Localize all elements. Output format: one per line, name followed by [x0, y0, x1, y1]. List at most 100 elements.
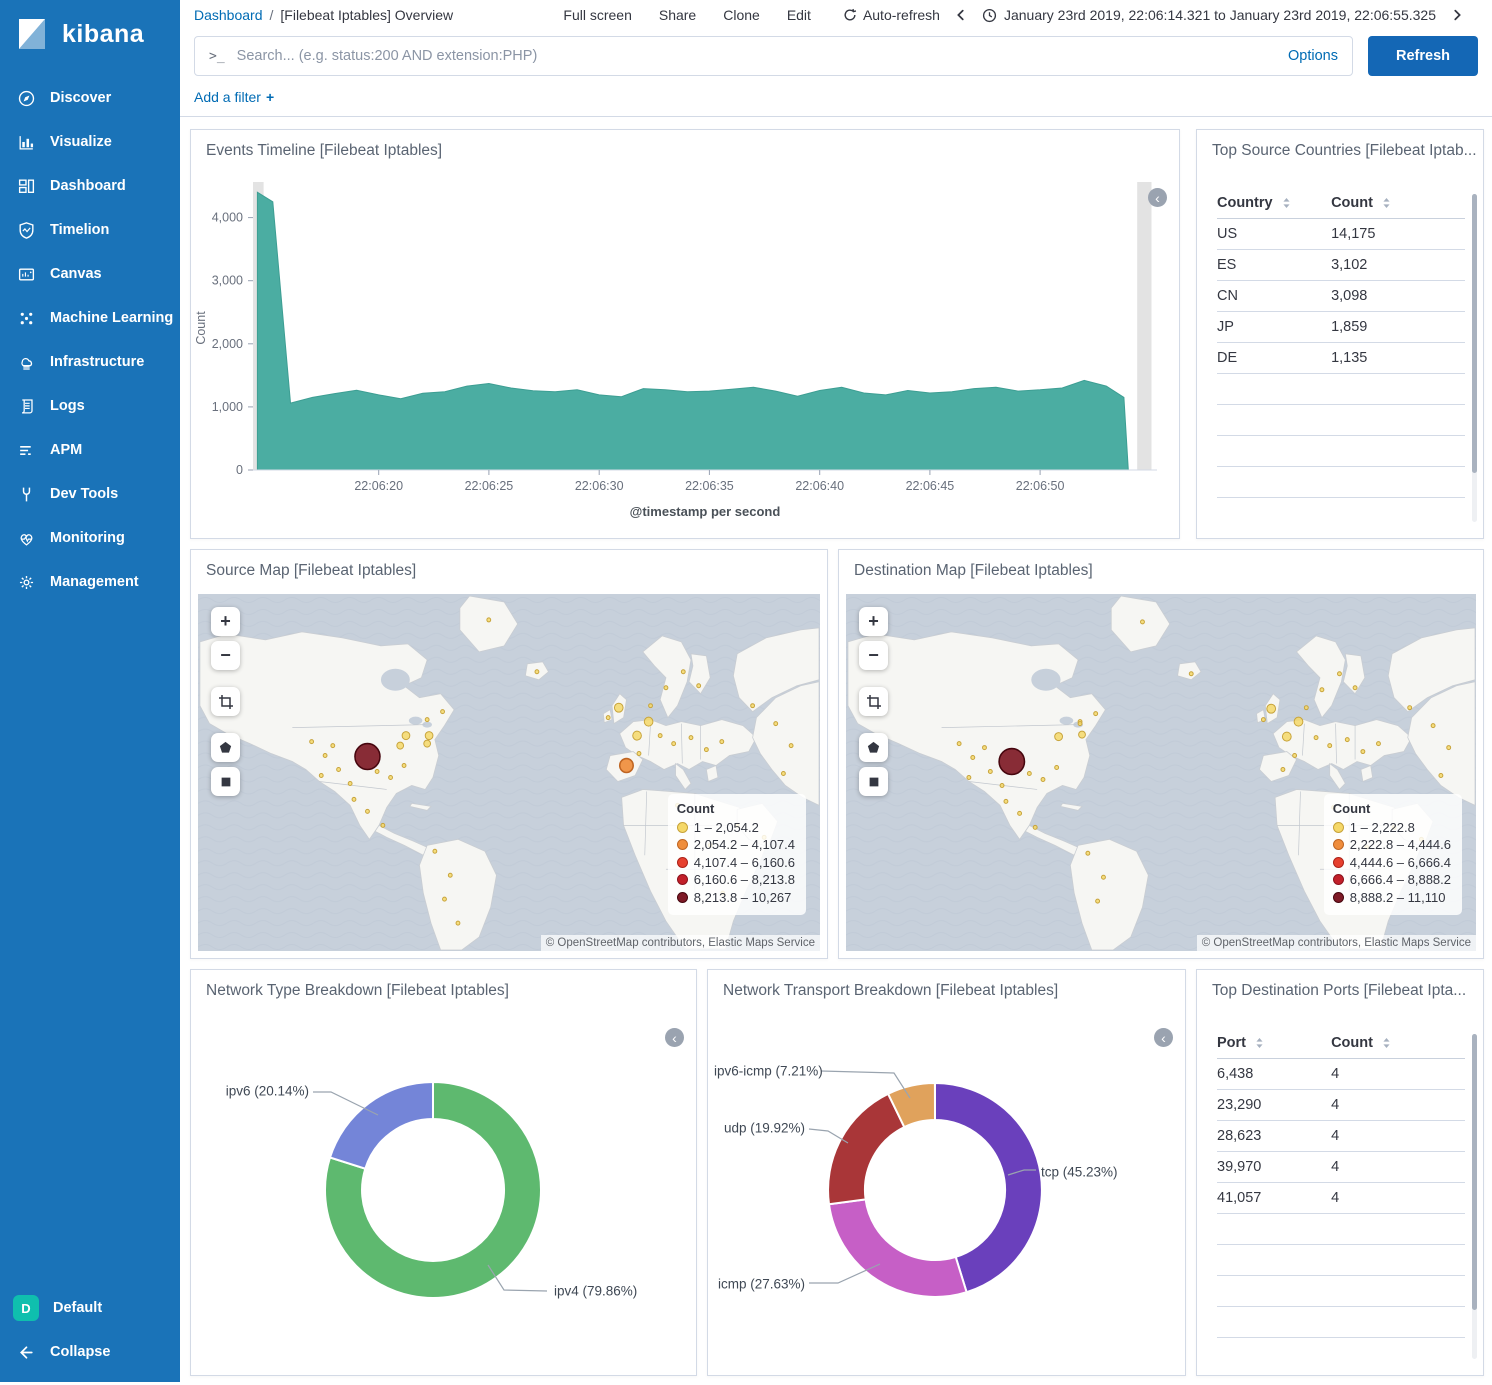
draw-polygon-button[interactable]: [211, 733, 240, 762]
table-row[interactable]: 41,0574: [1217, 1183, 1465, 1214]
table-header: Port Count: [1217, 1028, 1465, 1059]
sidebar-item-visualize[interactable]: Visualize: [0, 120, 180, 164]
sidebar: kibana DiscoverVisualizeDashboardTimelio…: [0, 0, 180, 1382]
network-type-donut-chart[interactable]: ipv6 (20.14%)ipv4 (79.86%): [191, 1002, 696, 1372]
svg-text:@timestamp per second: @timestamp per second: [630, 504, 781, 519]
dashboard-grid: Events Timeline [Filebeat Iptables] ‹ 22…: [180, 117, 1492, 1385]
sidebar-item-timelion[interactable]: Timelion: [0, 208, 180, 252]
menu-share[interactable]: Share: [659, 7, 696, 23]
table-row[interactable]: 6,4384: [1217, 1059, 1465, 1090]
legend-row: 4,444.6 – 6,666.4: [1333, 854, 1451, 872]
pie-slice-udp[interactable]: [828, 1094, 904, 1205]
svg-text:1,000: 1,000: [212, 400, 243, 414]
column-header-country[interactable]: Country: [1217, 195, 1331, 211]
legend-row: 1 – 2,054.2: [677, 819, 795, 837]
sort-icon: [1282, 197, 1291, 209]
table-row[interactable]: 39,9704: [1217, 1152, 1465, 1183]
polygon-icon: [218, 740, 233, 755]
pie-label: tcp (45.23%): [1041, 1165, 1118, 1180]
column-header-count[interactable]: Count: [1331, 195, 1465, 211]
apm-lines-icon: [17, 441, 36, 460]
sidebar-item-dev-tools[interactable]: Dev Tools: [0, 472, 180, 516]
table-row-empty: [1217, 467, 1465, 498]
time-back-icon[interactable]: [954, 8, 968, 22]
refresh-button[interactable]: Refresh: [1368, 36, 1478, 76]
panel-source-map: Source Map [Filebeat Iptables] + − Count…: [190, 549, 828, 959]
sidebar-item-logs[interactable]: Logs: [0, 384, 180, 428]
panel-collapse-arrow-icon[interactable]: ‹: [665, 1028, 684, 1047]
draw-bounding-box-button[interactable]: [859, 687, 888, 716]
auto-refresh-button[interactable]: Auto-refresh: [843, 7, 940, 23]
legend-row: 1 – 2,222.8: [1333, 819, 1451, 837]
time-forward-icon[interactable]: [1450, 8, 1464, 22]
search-input[interactable]: [237, 48, 1278, 64]
sidebar-item-apm[interactable]: APM: [0, 428, 180, 472]
draw-polygon-button[interactable]: [859, 733, 888, 762]
network-transport-donut-chart[interactable]: tcp (45.23%)icmp (27.63%)udp (19.92%)ipv…: [708, 1002, 1185, 1372]
breadcrumb-dashboard-link[interactable]: Dashboard: [194, 7, 263, 23]
legend-row: 6,666.4 – 8,888.2: [1333, 871, 1451, 889]
zoom-out-button[interactable]: −: [859, 641, 888, 670]
polygon-icon: [866, 740, 881, 755]
pie-slice-ipv6[interactable]: [330, 1082, 433, 1169]
table-row-empty: [1217, 405, 1465, 436]
draw-rectangle-button[interactable]: [859, 767, 888, 796]
menu-clone[interactable]: Clone: [723, 7, 760, 23]
kibana-logo[interactable]: kibana: [0, 0, 180, 62]
space-badge: D: [13, 1295, 39, 1321]
options-link[interactable]: Options: [1288, 48, 1338, 64]
sidebar-item-monitoring[interactable]: Monitoring: [0, 516, 180, 560]
table-row-empty: [1217, 374, 1465, 405]
dashboard-menu: Full screen Share Clone Edit: [563, 7, 811, 23]
collapse-button[interactable]: Collapse: [0, 1330, 180, 1374]
breadcrumb: Dashboard / [Filebeat Iptables] Overview: [194, 7, 453, 23]
table-row[interactable]: ES3,102: [1217, 250, 1465, 281]
sidebar-item-machine-learning[interactable]: Machine Learning: [0, 296, 180, 340]
column-header-port[interactable]: Port: [1217, 1035, 1331, 1051]
svg-text:4,000: 4,000: [212, 211, 243, 225]
events-timeline-chart[interactable]: 22:06:2022:06:2522:06:3022:06:3522:06:40…: [191, 162, 1177, 534]
sidebar-item-canvas[interactable]: Canvas: [0, 252, 180, 296]
sidebar-bottom: D Default Collapse: [0, 1286, 180, 1374]
sidebar-item-management[interactable]: Management: [0, 560, 180, 604]
filter-bar: Add a filter+: [180, 84, 1492, 117]
sort-icon: [1382, 197, 1391, 209]
table-row-empty: [1217, 1276, 1465, 1307]
menu-edit[interactable]: Edit: [787, 7, 811, 23]
draw-rectangle-button[interactable]: [211, 767, 240, 796]
bar-chart-icon: [17, 133, 36, 152]
table-scrollbar[interactable]: [1472, 194, 1477, 522]
table-row[interactable]: JP1,859: [1217, 312, 1465, 343]
table-row[interactable]: US14,175: [1217, 219, 1465, 250]
table-row[interactable]: DE1,135: [1217, 343, 1465, 374]
legend-row: 8,888.2 – 11,110: [1333, 889, 1451, 907]
sidebar-item-infrastructure[interactable]: Infrastructure: [0, 340, 180, 384]
table-scrollbar[interactable]: [1472, 1034, 1477, 1359]
zoom-in-button[interactable]: +: [211, 607, 240, 636]
menu-full-screen[interactable]: Full screen: [563, 7, 631, 23]
svg-text:22:06:45: 22:06:45: [906, 479, 955, 493]
cloud-server-icon: [17, 353, 36, 372]
source-map: + − Count 1 – 2,054.22,054.2 – 4,107.44,…: [198, 594, 820, 951]
pie-slice-icmp[interactable]: [829, 1199, 967, 1297]
map-legend: Count 1 – 2,222.82,222.8 – 4,444.64,444.…: [1324, 794, 1462, 916]
map-controls: + −: [211, 607, 240, 801]
space-switcher-default[interactable]: D Default: [0, 1286, 180, 1330]
sidebar-item-discover[interactable]: Discover: [0, 76, 180, 120]
draw-bounding-box-button[interactable]: [211, 687, 240, 716]
legend-row: 2,222.8 – 4,444.6: [1333, 836, 1451, 854]
time-range-picker[interactable]: January 23rd 2019, 22:06:14.321 to Janua…: [982, 7, 1436, 23]
zoom-in-button[interactable]: +: [859, 607, 888, 636]
panel-collapse-arrow-icon[interactable]: ‹: [1148, 188, 1167, 207]
sidebar-item-dashboard[interactable]: Dashboard: [0, 164, 180, 208]
legend-row: 2,054.2 – 4,107.4: [677, 836, 795, 854]
table-row[interactable]: 28,6234: [1217, 1121, 1465, 1152]
column-header-count[interactable]: Count: [1331, 1035, 1465, 1051]
panel-collapse-arrow-icon[interactable]: ‹: [1154, 1028, 1173, 1047]
table-header: Country Count: [1217, 188, 1465, 219]
table-row[interactable]: CN3,098: [1217, 281, 1465, 312]
zoom-out-button[interactable]: −: [211, 641, 240, 670]
add-filter-link[interactable]: Add a filter+: [194, 89, 274, 105]
bounding-box-icon: [218, 694, 234, 710]
table-row[interactable]: 23,2904: [1217, 1090, 1465, 1121]
